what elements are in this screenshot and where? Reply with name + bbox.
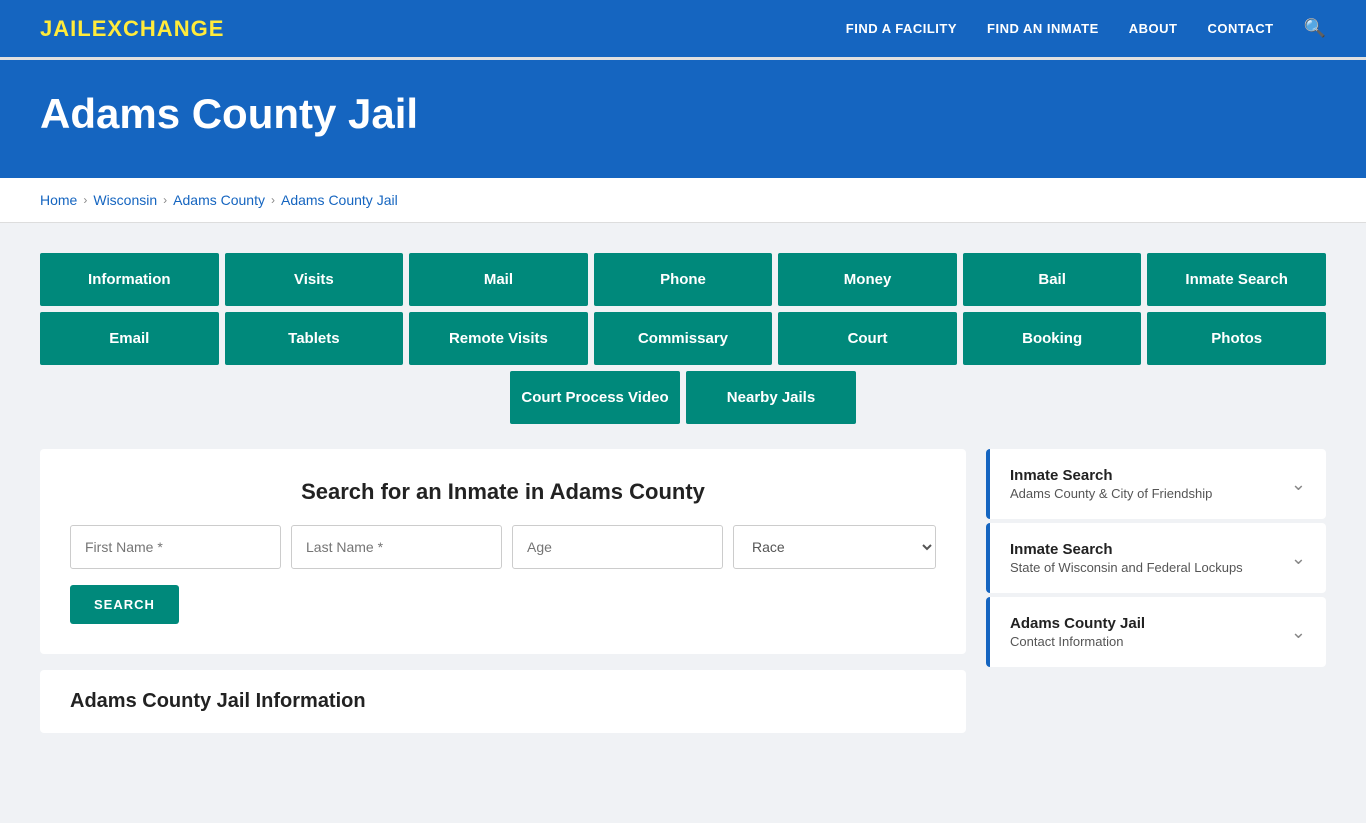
button-grid-row1: Information Visits Mail Phone Money Bail… <box>40 253 1326 306</box>
sidebar-card-3-text: Adams County Jail Contact Information <box>1010 615 1145 649</box>
age-input[interactable] <box>512 525 723 569</box>
nav-find-inmate[interactable]: FIND AN INMATE <box>987 21 1099 36</box>
btn-photos[interactable]: Photos <box>1147 312 1326 365</box>
hero-section: Adams County Jail <box>0 60 1366 178</box>
nav-about[interactable]: ABOUT <box>1129 21 1178 36</box>
bottom-info: Adams County Jail Information <box>40 670 966 733</box>
chevron-down-icon-3: ⌄ <box>1291 622 1306 643</box>
logo-jail: JAIL <box>40 16 92 41</box>
lower-section: Search for an Inmate in Adams County Rac… <box>40 449 1326 733</box>
breadcrumb: Home › Wisconsin › Adams County › Adams … <box>40 192 1326 208</box>
sidebar-card-1: Inmate Search Adams County & City of Fri… <box>986 449 1326 519</box>
btn-visits[interactable]: Visits <box>225 253 404 306</box>
breadcrumb-bar: Home › Wisconsin › Adams County › Adams … <box>0 178 1366 223</box>
chevron-down-icon-2: ⌄ <box>1291 548 1306 569</box>
btn-court-process-video[interactable]: Court Process Video <box>510 371 680 424</box>
sidebar-card-2: Inmate Search State of Wisconsin and Fed… <box>986 523 1326 593</box>
form-row-names: Race <box>70 525 936 569</box>
btn-email[interactable]: Email <box>40 312 219 365</box>
page-title: Adams County Jail <box>40 90 1326 138</box>
sidebar-card-2-text: Inmate Search State of Wisconsin and Fed… <box>1010 541 1243 575</box>
btn-phone[interactable]: Phone <box>594 253 773 306</box>
site-header: JAILEXCHANGE FIND A FACILITY FIND AN INM… <box>0 0 1366 60</box>
sidebar-card-1-label: Inmate Search <box>1010 467 1212 484</box>
btn-nearby-jails[interactable]: Nearby Jails <box>686 371 856 424</box>
breadcrumb-sep-1: › <box>83 193 87 207</box>
search-icon-button[interactable]: 🔍 <box>1304 18 1326 39</box>
sidebar-card-3-sublabel: Contact Information <box>1010 634 1145 649</box>
btn-inmate-search[interactable]: Inmate Search <box>1147 253 1326 306</box>
main-content: Information Visits Mail Phone Money Bail… <box>0 223 1366 823</box>
inmate-search-title: Search for an Inmate in Adams County <box>70 479 936 505</box>
btn-money[interactable]: Money <box>778 253 957 306</box>
button-grid-row2: Email Tablets Remote Visits Commissary C… <box>40 312 1326 365</box>
main-nav: FIND A FACILITY FIND AN INMATE ABOUT CON… <box>846 18 1326 39</box>
btn-court[interactable]: Court <box>778 312 957 365</box>
btn-remote-visits[interactable]: Remote Visits <box>409 312 588 365</box>
inmate-search-box: Search for an Inmate in Adams County Rac… <box>40 449 966 654</box>
sidebar: Inmate Search Adams County & City of Fri… <box>986 449 1326 671</box>
btn-bail[interactable]: Bail <box>963 253 1142 306</box>
breadcrumb-adams-county[interactable]: Adams County <box>173 192 265 208</box>
chevron-down-icon-1: ⌄ <box>1291 474 1306 495</box>
sidebar-card-2-sublabel: State of Wisconsin and Federal Lockups <box>1010 560 1243 575</box>
sidebar-card-1-header[interactable]: Inmate Search Adams County & City of Fri… <box>990 449 1326 519</box>
nav-contact[interactable]: CONTACT <box>1207 21 1273 36</box>
sidebar-card-2-header[interactable]: Inmate Search State of Wisconsin and Fed… <box>990 523 1326 593</box>
site-logo[interactable]: JAILEXCHANGE <box>40 16 224 42</box>
sidebar-card-3-label: Adams County Jail <box>1010 615 1145 632</box>
last-name-input[interactable] <box>291 525 502 569</box>
sidebar-card-2-label: Inmate Search <box>1010 541 1243 558</box>
first-name-input[interactable] <box>70 525 281 569</box>
btn-booking[interactable]: Booking <box>963 312 1142 365</box>
btn-information[interactable]: Information <box>40 253 219 306</box>
breadcrumb-wisconsin[interactable]: Wisconsin <box>93 192 157 208</box>
logo-exchange: EXCHANGE <box>92 16 225 41</box>
sidebar-card-1-text: Inmate Search Adams County & City of Fri… <box>1010 467 1212 501</box>
race-select[interactable]: Race <box>733 525 936 569</box>
breadcrumb-home[interactable]: Home <box>40 192 77 208</box>
btn-mail[interactable]: Mail <box>409 253 588 306</box>
sidebar-card-3: Adams County Jail Contact Information ⌄ <box>986 597 1326 667</box>
sidebar-card-1-sublabel: Adams County & City of Friendship <box>1010 486 1212 501</box>
sidebar-card-3-header[interactable]: Adams County Jail Contact Information ⌄ <box>990 597 1326 667</box>
search-button[interactable]: SEARCH <box>70 585 179 624</box>
left-column: Search for an Inmate in Adams County Rac… <box>40 449 966 733</box>
btn-tablets[interactable]: Tablets <box>225 312 404 365</box>
nav-find-facility[interactable]: FIND A FACILITY <box>846 21 957 36</box>
button-grid-row3: Court Process Video Nearby Jails <box>40 371 1326 424</box>
breadcrumb-current: Adams County Jail <box>281 192 398 208</box>
jail-info-title: Adams County Jail Information <box>70 690 936 713</box>
breadcrumb-sep-3: › <box>271 193 275 207</box>
breadcrumb-sep-2: › <box>163 193 167 207</box>
btn-commissary[interactable]: Commissary <box>594 312 773 365</box>
